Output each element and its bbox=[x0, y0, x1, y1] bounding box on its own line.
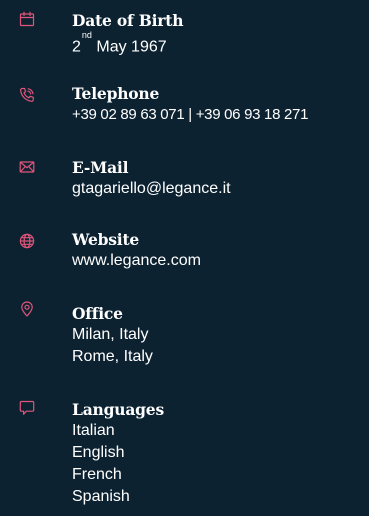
office-location: Milan, Italy bbox=[72, 326, 149, 343]
info-text: Telephone +39 02 89 63 071 | +39 06 93 1… bbox=[72, 83, 369, 126]
chat-bubble-icon bbox=[19, 400, 35, 416]
website-link[interactable]: www.legance.com bbox=[72, 250, 369, 272]
info-text: Website www.legance.com bbox=[72, 229, 369, 272]
label-languages: Languages bbox=[72, 400, 164, 419]
label-website: Website bbox=[72, 230, 140, 249]
label-date-of-birth: Date of Birth bbox=[72, 11, 184, 30]
language-item: Italian bbox=[72, 422, 115, 439]
telephone-numbers-link[interactable]: +39 02 89 63 071 | +39 06 93 18 271 bbox=[72, 104, 369, 126]
office-location: Rome, Italy bbox=[72, 348, 153, 365]
month-year: May 1967 bbox=[91, 38, 167, 56]
language-item: English bbox=[72, 444, 125, 461]
language-item: French bbox=[72, 466, 122, 483]
location-pin-icon bbox=[19, 301, 35, 317]
value-date-of-birth: 2nd May 1967 bbox=[72, 30, 369, 58]
info-text: Languages Italian English French Spanish bbox=[72, 399, 369, 508]
language-item: Spanish bbox=[72, 488, 130, 505]
label-telephone: Telephone bbox=[72, 84, 160, 103]
info-text: Office Milan, Italy Rome, Italy bbox=[72, 303, 369, 368]
calendar-icon bbox=[19, 11, 35, 27]
day-ordinal: nd bbox=[81, 30, 92, 40]
day-number: 2 bbox=[72, 38, 81, 56]
info-text: E-Mail gtagariello@legance.it bbox=[72, 157, 369, 200]
info-text: Date of Birth 2nd May 1967 bbox=[72, 10, 369, 58]
envelope-icon bbox=[19, 159, 35, 175]
phone-icon bbox=[19, 87, 35, 103]
email-link[interactable]: gtagariello@legance.it bbox=[72, 178, 369, 200]
label-email: E-Mail bbox=[72, 158, 129, 177]
label-office: Office bbox=[72, 304, 123, 323]
globe-icon bbox=[19, 233, 35, 249]
